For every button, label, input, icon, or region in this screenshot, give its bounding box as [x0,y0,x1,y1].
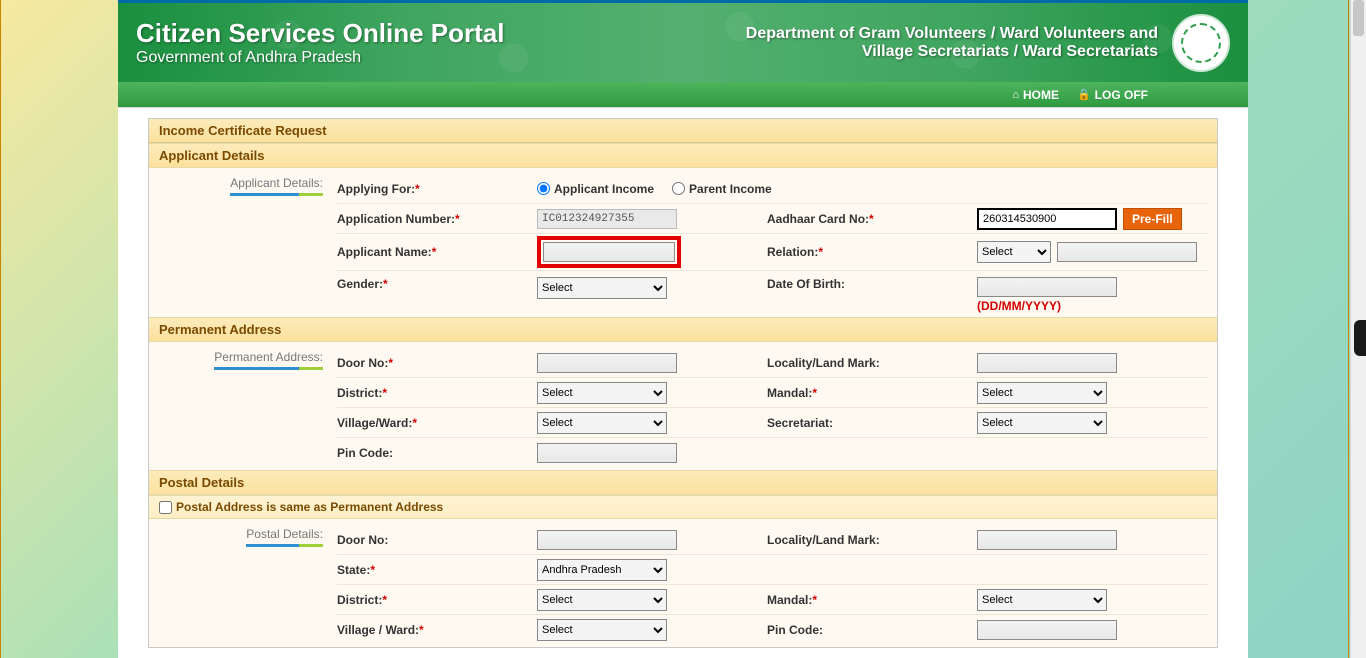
header-right: Department of Gram Volunteers / Ward Vol… [746,14,1230,72]
header-banner: Citizen Services Online Portal Governmen… [118,0,1248,82]
application-number-label: Application Number: [337,212,455,226]
applicant-side-label: Applicant Details: [149,168,329,317]
perm-pin-input[interactable] [537,443,677,463]
perm-mandal-label: Mandal: [767,386,812,400]
aadhaar-label: Aadhaar Card No: [767,212,869,226]
relation-select[interactable]: Select [977,241,1051,263]
nav-logoff-label: LOG OFF [1095,88,1148,102]
applicant-name-input[interactable] [543,242,675,262]
perm-pin-label: Pin Code: [337,446,393,460]
post-locality-label: Locality/Land Mark: [767,533,880,547]
page-container: Citizen Services Online Portal Governmen… [118,0,1248,658]
dob-label: Date Of Birth: [767,277,845,291]
gender-label: Gender: [337,277,383,291]
section-permanent-body: Permanent Address: Door No:* Locality/La… [149,342,1217,470]
content-wrap: Income Certificate Request Applicant Det… [118,108,1248,658]
post-door-label: Door No: [337,533,388,547]
radio-parent-income[interactable]: Parent Income [672,182,772,196]
relation-label: Relation: [767,245,818,259]
post-mandal-select[interactable]: Select [977,589,1107,611]
post-district-label: District: [337,593,382,607]
section-permanent-header: Permanent Address [149,317,1217,342]
dept-line1: Department of Gram Volunteers / Ward Vol… [746,25,1158,43]
radio-parent-income-input[interactable] [672,182,685,195]
post-pin-label: Pin Code: [767,623,823,637]
nav-home-label: HOME [1023,88,1059,102]
section-postal-body: Postal Details: Door No: Locality/Land M… [149,519,1217,647]
perm-locality-input[interactable] [977,353,1117,373]
applicant-name-highlight [537,236,681,268]
postal-side-label: Postal Details: [149,519,329,647]
prefill-button[interactable]: Pre-Fill [1123,208,1182,230]
perm-district-label: District: [337,386,382,400]
page-edge-left [0,0,1,658]
nav-logoff[interactable]: 🔒 LOG OFF [1077,88,1148,102]
state-emblem-icon [1172,14,1230,72]
dept-line2: Village Secretariats / Ward Secretariats [746,43,1158,61]
section-postal-header: Postal Details [149,470,1217,495]
applicant-name-label: Applicant Name: [337,245,432,259]
portal-title: Citizen Services Online Portal [136,18,504,49]
perm-village-select[interactable]: Select [537,412,667,434]
radio-applicant-income-input[interactable] [537,182,550,195]
permanent-side-label: Permanent Address: [149,342,329,470]
perm-locality-label: Locality/Land Mark: [767,356,880,370]
portal-subtitle: Government of Andhra Pradesh [136,49,504,67]
post-village-select[interactable]: Select [537,619,667,641]
perm-door-input[interactable] [537,353,677,373]
post-district-select[interactable]: Select [537,589,667,611]
nav-bar: ⌂ HOME 🔒 LOG OFF [118,82,1248,108]
aadhaar-input[interactable] [977,208,1117,230]
perm-mandal-select[interactable]: Select [977,382,1107,404]
applying-for-label: Applying For: [337,182,415,196]
nav-home[interactable]: ⌂ HOME [1012,88,1059,102]
relation-name-input[interactable] [1057,242,1197,262]
perm-district-select[interactable]: Select [537,382,667,404]
postal-same-label: Postal Address is same as Permanent Addr… [176,500,443,514]
application-number-input [537,209,677,229]
scroll-thumb[interactable] [1353,0,1364,36]
post-door-input[interactable] [537,530,677,550]
dob-hint: (DD/MM/YYYY) [977,299,1209,313]
dob-input[interactable] [977,277,1117,297]
perm-door-label: Door No: [337,356,388,370]
postal-same-row: Postal Address is same as Permanent Addr… [149,495,1217,519]
lock-icon: 🔒 [1077,88,1091,101]
postal-same-checkbox[interactable] [159,501,172,514]
home-icon: ⌂ [1012,89,1019,101]
perm-secretariat-select[interactable]: Select [977,412,1107,434]
perm-village-label: Village/Ward: [337,416,412,430]
page-title: Income Certificate Request [149,119,1217,143]
header-left: Citizen Services Online Portal Governmen… [136,18,504,67]
radio-applicant-income[interactable]: Applicant Income [537,182,654,196]
perm-secretariat-label: Secretariat: [767,416,833,430]
post-locality-input[interactable] [977,530,1117,550]
page-edge-right [1348,0,1349,658]
gender-select[interactable]: Select [537,277,667,299]
side-tab-icon[interactable] [1354,320,1366,356]
post-state-label: State: [337,563,370,577]
post-state-select[interactable]: Andhra Pradesh [537,559,667,581]
section-applicant-body: Applicant Details: Applying For:* Applic… [149,168,1217,317]
post-pin-input[interactable] [977,620,1117,640]
section-applicant-header: Applicant Details [149,143,1217,168]
form-box: Income Certificate Request Applicant Det… [148,118,1218,648]
post-village-label: Village / Ward: [337,623,419,637]
post-mandal-label: Mandal: [767,593,812,607]
